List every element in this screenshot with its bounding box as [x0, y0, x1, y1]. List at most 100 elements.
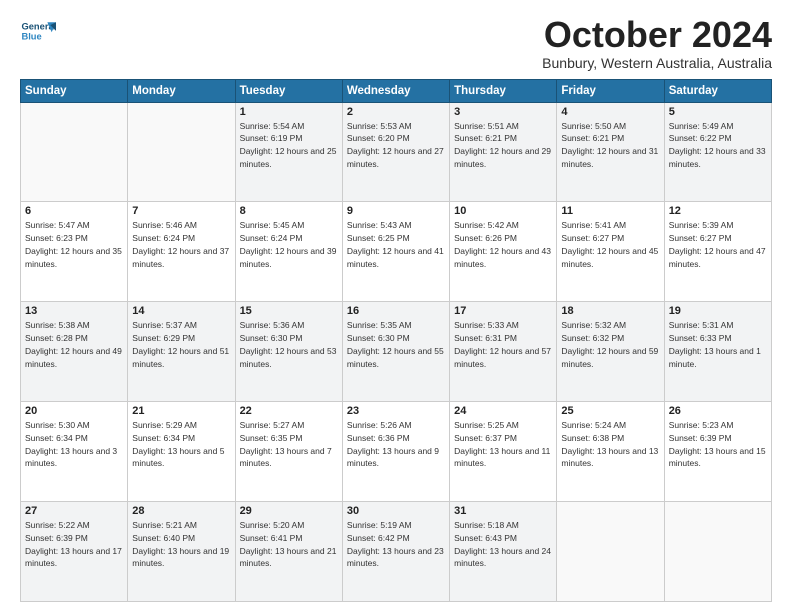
table-row [557, 502, 664, 602]
month-title: October 2024 [542, 15, 772, 55]
day-info: Sunrise: 5:36 AMSunset: 6:30 PMDaylight:… [240, 319, 338, 370]
col-tuesday: Tuesday [235, 79, 342, 102]
svg-text:Blue: Blue [21, 31, 41, 41]
day-info: Sunrise: 5:50 AMSunset: 6:21 PMDaylight:… [561, 120, 659, 171]
day-info: Sunrise: 5:54 AMSunset: 6:19 PMDaylight:… [240, 120, 338, 171]
day-info: Sunrise: 5:27 AMSunset: 6:35 PMDaylight:… [240, 419, 338, 470]
day-number: 19 [669, 305, 767, 317]
table-row: 6 Sunrise: 5:47 AMSunset: 6:23 PMDaylight… [21, 202, 128, 302]
day-info: Sunrise: 5:18 AMSunset: 6:43 PMDaylight:… [454, 519, 552, 570]
table-row: 23Sunrise: 5:26 AMSunset: 6:36 PMDayligh… [342, 402, 449, 502]
day-number: 22 [240, 405, 338, 417]
day-number: 10 [454, 205, 552, 217]
table-row: 15Sunrise: 5:36 AMSunset: 6:30 PMDayligh… [235, 302, 342, 402]
table-row: 1 Sunrise: 5:54 AMSunset: 6:19 PMDaylight… [235, 102, 342, 202]
day-number: 27 [25, 505, 123, 517]
table-row: 9 Sunrise: 5:43 AMSunset: 6:25 PMDaylight… [342, 202, 449, 302]
table-row: 13Sunrise: 5:38 AMSunset: 6:28 PMDayligh… [21, 302, 128, 402]
table-row: 29 Sunrise: 5:20 AMSunset: 6:41 PMDayligh… [235, 502, 342, 602]
col-saturday: Saturday [664, 79, 771, 102]
day-number: 2 [347, 106, 445, 118]
day-info: Sunrise: 5:43 AMSunset: 6:25 PMDaylight:… [347, 219, 445, 270]
day-number: 6 [25, 205, 123, 217]
day-info: Sunrise: 5:33 AMSunset: 6:31 PMDaylight:… [454, 319, 552, 370]
day-info: Sunrise: 5:31 AMSunset: 6:33 PMDaylight:… [669, 319, 767, 370]
table-row: 16 Sunrise: 5:35 AMSunset: 6:30 PMDayligh… [342, 302, 449, 402]
day-number: 4 [561, 106, 659, 118]
table-row: 4 Sunrise: 5:50 AMSunset: 6:21 PMDaylight… [557, 102, 664, 202]
day-info: Sunrise: 5:35 AMSunset: 6:30 PMDaylight:… [347, 319, 445, 370]
day-number: 20 [25, 405, 123, 417]
day-number: 11 [561, 205, 659, 217]
day-info: Sunrise: 5:39 AMSunset: 6:27 PMDaylight:… [669, 219, 767, 270]
day-info: Sunrise: 5:53 AMSunset: 6:20 PMDaylight:… [347, 120, 445, 171]
day-number: 8 [240, 205, 338, 217]
table-row: 11 Sunrise: 5:41 AMSunset: 6:27 PMDayligh… [557, 202, 664, 302]
table-row: 28 Sunrise: 5:21 AMSunset: 6:40 PMDayligh… [128, 502, 235, 602]
table-row: 8 Sunrise: 5:45 AMSunset: 6:24 PMDaylight… [235, 202, 342, 302]
table-row [128, 102, 235, 202]
day-number: 12 [669, 205, 767, 217]
table-row: 12 Sunrise: 5:39 AMSunset: 6:27 PMDayligh… [664, 202, 771, 302]
day-info: Sunrise: 5:22 AMSunset: 6:39 PMDaylight:… [25, 519, 123, 570]
table-row: 30 Sunrise: 5:19 AMSunset: 6:42 PMDayligh… [342, 502, 449, 602]
calendar-body: 1 Sunrise: 5:54 AMSunset: 6:19 PMDaylight… [21, 102, 772, 601]
day-number: 29 [240, 505, 338, 517]
calendar-table: Sunday Monday Tuesday Wednesday Thursday… [20, 79, 772, 602]
day-info: Sunrise: 5:19 AMSunset: 6:42 PMDaylight:… [347, 519, 445, 570]
day-info: Sunrise: 5:45 AMSunset: 6:24 PMDaylight:… [240, 219, 338, 270]
day-info: Sunrise: 5:49 AMSunset: 6:22 PMDaylight:… [669, 120, 767, 171]
day-info: Sunrise: 5:21 AMSunset: 6:40 PMDaylight:… [132, 519, 230, 570]
day-number: 14 [132, 305, 230, 317]
day-number: 16 [347, 305, 445, 317]
table-row [664, 502, 771, 602]
col-monday: Monday [128, 79, 235, 102]
table-row: 10Sunrise: 5:42 AMSunset: 6:26 PMDayligh… [450, 202, 557, 302]
day-number: 31 [454, 505, 552, 517]
day-info: Sunrise: 5:46 AMSunset: 6:24 PMDaylight:… [132, 219, 230, 270]
calendar-header: Sunday Monday Tuesday Wednesday Thursday… [21, 79, 772, 102]
table-row: 19 Sunrise: 5:31 AMSunset: 6:33 PMDayligh… [664, 302, 771, 402]
day-info: Sunrise: 5:51 AMSunset: 6:21 PMDaylight:… [454, 120, 552, 171]
table-row: 31 Sunrise: 5:18 AMSunset: 6:43 PMDayligh… [450, 502, 557, 602]
day-number: 13 [25, 305, 123, 317]
day-info: Sunrise: 5:37 AMSunset: 6:29 PMDaylight:… [132, 319, 230, 370]
day-number: 26 [669, 405, 767, 417]
table-row: 3 Sunrise: 5:51 AMSunset: 6:21 PMDaylight… [450, 102, 557, 202]
day-number: 30 [347, 505, 445, 517]
day-info: Sunrise: 5:23 AMSunset: 6:39 PMDaylight:… [669, 419, 767, 470]
table-row [21, 102, 128, 202]
table-row: 18Sunrise: 5:32 AMSunset: 6:32 PMDayligh… [557, 302, 664, 402]
table-row: 21Sunrise: 5:29 AMSunset: 6:34 PMDayligh… [128, 402, 235, 502]
day-info: Sunrise: 5:25 AMSunset: 6:37 PMDaylight:… [454, 419, 552, 470]
day-number: 24 [454, 405, 552, 417]
header: General Blue October 2024 Bunbury, Weste… [20, 15, 772, 71]
logo: General Blue [20, 15, 56, 51]
subtitle: Bunbury, Western Australia, Australia [542, 55, 772, 71]
table-row: 14 Sunrise: 5:37 AMSunset: 6:29 PMDayligh… [128, 302, 235, 402]
table-row: 17Sunrise: 5:33 AMSunset: 6:31 PMDayligh… [450, 302, 557, 402]
day-number: 28 [132, 505, 230, 517]
day-number: 1 [240, 106, 338, 118]
day-info: Sunrise: 5:41 AMSunset: 6:27 PMDaylight:… [561, 219, 659, 270]
day-number: 25 [561, 405, 659, 417]
table-row: 27 Sunrise: 5:22 AMSunset: 6:39 PMDayligh… [21, 502, 128, 602]
day-number: 9 [347, 205, 445, 217]
table-row: 25 Sunrise: 5:24 AMSunset: 6:38 PMDayligh… [557, 402, 664, 502]
day-info: Sunrise: 5:47 AMSunset: 6:23 PMDaylight:… [25, 219, 123, 270]
page: General Blue October 2024 Bunbury, Weste… [0, 0, 792, 612]
day-info: Sunrise: 5:32 AMSunset: 6:32 PMDaylight:… [561, 319, 659, 370]
day-number: 3 [454, 106, 552, 118]
col-thursday: Thursday [450, 79, 557, 102]
day-number: 23 [347, 405, 445, 417]
col-friday: Friday [557, 79, 664, 102]
logo-icon: General Blue [20, 15, 56, 51]
table-row: 22 Sunrise: 5:27 AMSunset: 6:35 PMDayligh… [235, 402, 342, 502]
day-info: Sunrise: 5:20 AMSunset: 6:41 PMDaylight:… [240, 519, 338, 570]
day-info: Sunrise: 5:30 AMSunset: 6:34 PMDaylight:… [25, 419, 123, 470]
day-number: 21 [132, 405, 230, 417]
title-block: October 2024 Bunbury, Western Australia,… [542, 15, 772, 71]
col-wednesday: Wednesday [342, 79, 449, 102]
table-row: 5Sunrise: 5:49 AMSunset: 6:22 PMDaylight… [664, 102, 771, 202]
day-info: Sunrise: 5:24 AMSunset: 6:38 PMDaylight:… [561, 419, 659, 470]
